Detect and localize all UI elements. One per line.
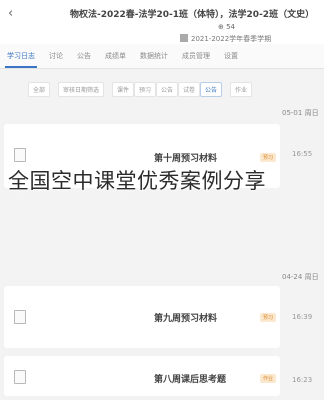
filter-chip-exam[interactable]: 试卷 [178,82,201,97]
calendar-icon [180,34,188,42]
filter-chip-courseware[interactable]: 课件 [112,82,135,97]
filter-chip-notice[interactable]: 公告 [156,82,179,97]
filter-bar: 全部 课件 预习 公告 试卷 公告 作业 审核日期筛选 [0,78,324,100]
term-label: 2021-2022学年春季学期 [180,34,271,44]
item-time: 16:39 [292,313,313,321]
item-type-badge: 预习 [260,313,277,322]
tab-announcement[interactable]: 公告 [70,44,98,68]
tab-members[interactable]: 成员管理 [175,44,217,68]
filter-chip-homework[interactable]: 作业 [230,82,253,97]
watermark-caption: 全国空中课堂优秀案例分享 [8,169,266,193]
item-time: 16:55 [292,150,313,158]
document-icon [14,310,26,324]
filter-chip-all[interactable]: 全部 [28,82,51,97]
item-title: 第九周预习材料 [154,314,218,324]
item-time: 16:23 [292,376,313,384]
course-header: ‹ 物权法-2022春-法学20-1班（体特），法学20-2班（文史） ⊕ 54… [0,0,324,44]
back-arrow-icon[interactable]: ‹ [8,6,13,21]
date-label: 04-24 周日 [282,273,319,281]
date-label: 05-01 周日 [282,109,319,117]
list-item[interactable]: 第九周预习材料 预习 [4,286,280,348]
item-title: 第八周课后思考题 [154,375,227,385]
course-title: 物权法-2022春-法学20-1班（体特），法学20-2班（文史） [70,10,315,20]
tab-gradebook[interactable]: 成绩单 [98,44,133,68]
tab-statistics[interactable]: 数据统计 [133,44,175,68]
tab-discussion[interactable]: 讨论 [42,44,70,68]
tab-learning-log[interactable]: 学习日志 [0,44,42,68]
item-type-badge: 预习 [260,153,277,162]
member-count: ⊕ 54 [218,23,235,31]
document-icon [14,148,26,162]
document-icon [14,370,26,384]
date-filter-button[interactable]: 审核日期筛选 [58,82,105,97]
list-item[interactable]: 第八周课后思考题 作业 [4,356,280,396]
item-type-badge: 作业 [260,374,277,383]
filter-chip-preview[interactable]: 预习 [134,82,157,97]
filter-chip-announcement[interactable]: 公告 [200,82,223,97]
course-tabs: 学习日志 讨论 公告 成绩单 数据统计 成员管理 设置 [0,44,324,69]
tab-settings[interactable]: 设置 [217,44,245,68]
item-title: 第十周预习材料 [154,154,218,164]
